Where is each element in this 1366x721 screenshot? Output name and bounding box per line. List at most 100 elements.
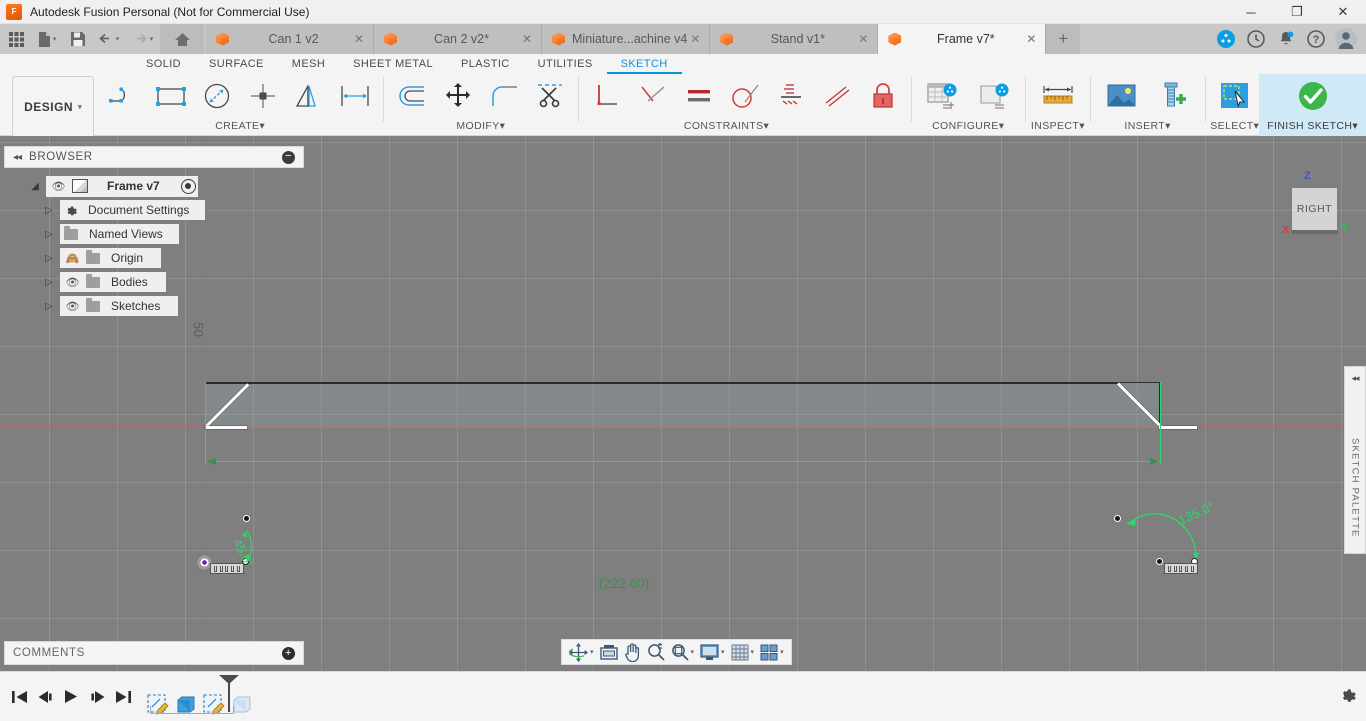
chevron-down-icon[interactable]: ▾ <box>116 35 120 43</box>
expand-caret-icon[interactable]: ▷ <box>38 205 60 216</box>
close-tab-icon[interactable]: ✕ <box>351 32 367 46</box>
measure-ruler-icon[interactable] <box>1032 74 1084 118</box>
browser-item-bodies[interactable]: ▷ 👁 Bodies <box>4 270 304 294</box>
help-question-icon[interactable]: ? <box>1302 24 1330 54</box>
browser-minimize-icon[interactable]: − <box>282 150 295 164</box>
ribbon-tab-utilities[interactable]: UTILITIES <box>524 54 607 74</box>
browser-item-document-settings[interactable]: ▷ Document Settings <box>4 198 304 222</box>
angle-dimension-right-graphic[interactable] <box>1118 511 1218 571</box>
maximize-button[interactable]: ❐ <box>1274 0 1320 24</box>
sketch-line-left-base[interactable] <box>205 426 247 429</box>
coincident-icon[interactable] <box>630 74 676 118</box>
perpendicular-icon[interactable] <box>584 74 630 118</box>
eye-hidden-icon[interactable]: 🙈 <box>64 252 81 265</box>
eye-visible-icon[interactable]: 👁 <box>64 276 81 289</box>
save-icon[interactable] <box>64 24 92 54</box>
ribbon-group-finish-sketch[interactable]: FINISH SKETCH▾ <box>1259 74 1366 136</box>
fillet-icon[interactable] <box>481 74 527 118</box>
chevron-down-icon[interactable]: ▾ <box>999 120 1005 132</box>
document-tab[interactable]: Can 1 v2 ✕ <box>206 24 374 54</box>
midpoint-icon[interactable] <box>814 74 860 118</box>
timeline-marker-icon[interactable] <box>228 678 230 712</box>
expand-caret-icon[interactable]: ◢ <box>24 181 46 192</box>
browser-root-row[interactable]: ◢ 👁 Frame v7 <box>4 174 304 198</box>
app-grid-icon[interactable] <box>2 24 30 54</box>
finish-sketch-check-icon[interactable] <box>1287 74 1339 118</box>
step-forward-icon[interactable] <box>84 681 110 713</box>
comments-panel[interactable]: COMMENTS + <box>4 641 304 665</box>
chevron-down-icon[interactable]: ▾ <box>150 35 154 43</box>
point-icon[interactable] <box>240 74 286 118</box>
grid-snaps-icon[interactable]: ▾ <box>728 640 758 664</box>
offset-distance-icon[interactable] <box>332 74 378 118</box>
ribbon-tab-surface[interactable]: SURFACE <box>195 54 278 74</box>
expand-caret-icon[interactable]: ▷ <box>38 301 60 312</box>
user-avatar-icon[interactable] <box>1332 24 1360 54</box>
timeline-settings-gear-icon[interactable] <box>1338 686 1356 707</box>
step-back-icon[interactable] <box>32 681 58 713</box>
workspace-switcher-button[interactable]: DESIGN ▾ <box>12 76 95 138</box>
close-tab-icon[interactable]: ✕ <box>519 32 535 46</box>
collapse-right-icon[interactable]: ◂◂ <box>1351 373 1359 384</box>
chevron-down-icon[interactable]: ▾ <box>1352 120 1358 132</box>
document-tab[interactable]: Stand v1* ✕ <box>710 24 879 54</box>
expand-caret-icon[interactable]: ▷ <box>38 253 60 264</box>
collinear-icon[interactable] <box>768 74 814 118</box>
minimize-button[interactable]: ─ <box>1228 0 1274 24</box>
chevron-down-icon[interactable]: ▾ <box>691 648 695 656</box>
zoom-magnifier-icon[interactable] <box>644 640 668 664</box>
collapse-left-icon[interactable]: ◂◂ <box>13 152 22 163</box>
close-button[interactable]: ✕ <box>1320 0 1366 24</box>
sketch-top-edge[interactable] <box>205 382 1118 384</box>
sketch-line-right-base[interactable] <box>1159 426 1197 429</box>
sketch-profile-region[interactable] <box>205 382 1161 428</box>
ribbon-tab-sheet-metal[interactable]: SHEET METAL <box>339 54 447 74</box>
rectangle-icon[interactable] <box>148 74 194 118</box>
browser-item-origin[interactable]: ▷ 🙈 Origin <box>4 246 304 270</box>
pan-hand-icon[interactable] <box>621 640 644 664</box>
driven-dimension-text[interactable]: (222.60) <box>599 576 649 591</box>
fit-view-icon[interactable]: ▾ <box>668 640 698 664</box>
offset-icon[interactable] <box>389 74 435 118</box>
browser-item-named-views[interactable]: ▷ Named Views <box>4 222 304 246</box>
chevron-down-icon[interactable]: ▾ <box>53 35 57 43</box>
orbit-icon[interactable]: ▾ <box>566 640 597 664</box>
sketch-palette-tab[interactable]: ◂◂ SKETCH PALETTE <box>1344 366 1366 554</box>
job-status-clock-icon[interactable] <box>1242 24 1270 54</box>
configure-table-icon[interactable] <box>916 74 968 118</box>
mirror-icon[interactable] <box>286 74 332 118</box>
go-to-beginning-icon[interactable] <box>6 681 32 713</box>
line-icon[interactable] <box>102 74 148 118</box>
undo-icon[interactable]: ▾ <box>92 24 126 54</box>
home-icon[interactable] <box>160 24 204 54</box>
fix-lock-icon[interactable] <box>860 74 906 118</box>
parallel-equal-icon[interactable] <box>676 74 722 118</box>
chevron-down-icon[interactable]: ▾ <box>721 648 725 656</box>
display-settings-monitor-icon[interactable]: ▾ <box>697 640 728 664</box>
fusion-extension-icon[interactable] <box>1212 24 1240 54</box>
new-tab-button[interactable]: + <box>1046 24 1081 54</box>
chevron-down-icon[interactable]: ▾ <box>259 120 265 132</box>
tangent-icon[interactable] <box>722 74 768 118</box>
select-window-cursor-icon[interactable] <box>1211 74 1259 118</box>
chevron-down-icon[interactable]: ▾ <box>764 120 770 132</box>
chevron-down-icon[interactable]: ▾ <box>751 648 755 656</box>
insert-image-icon[interactable] <box>1096 74 1148 118</box>
play-icon[interactable] <box>58 681 84 713</box>
trim-scissors-icon[interactable] <box>527 74 573 118</box>
chevron-down-icon[interactable]: ▾ <box>780 648 784 656</box>
configure-part-icon[interactable] <box>968 74 1020 118</box>
chevron-down-icon[interactable]: ▾ <box>590 648 594 656</box>
new-document-icon[interactable]: ▾ <box>30 24 64 54</box>
go-to-end-icon[interactable] <box>110 681 136 713</box>
ribbon-tab-solid[interactable]: SOLID <box>132 54 195 74</box>
close-tab-icon[interactable]: ✕ <box>687 32 703 46</box>
close-tab-icon[interactable]: ✕ <box>855 32 871 46</box>
close-tab-icon[interactable]: ✕ <box>1023 32 1039 46</box>
insert-mcmaster-part-icon[interactable] <box>1148 74 1200 118</box>
document-tab-active[interactable]: Frame v7* ✕ <box>878 24 1047 54</box>
activate-component-icon[interactable] <box>180 178 196 194</box>
ribbon-tab-mesh[interactable]: MESH <box>278 54 339 74</box>
chevron-down-icon[interactable]: ▾ <box>1254 120 1260 132</box>
circle-diameter-icon[interactable] <box>194 74 240 118</box>
